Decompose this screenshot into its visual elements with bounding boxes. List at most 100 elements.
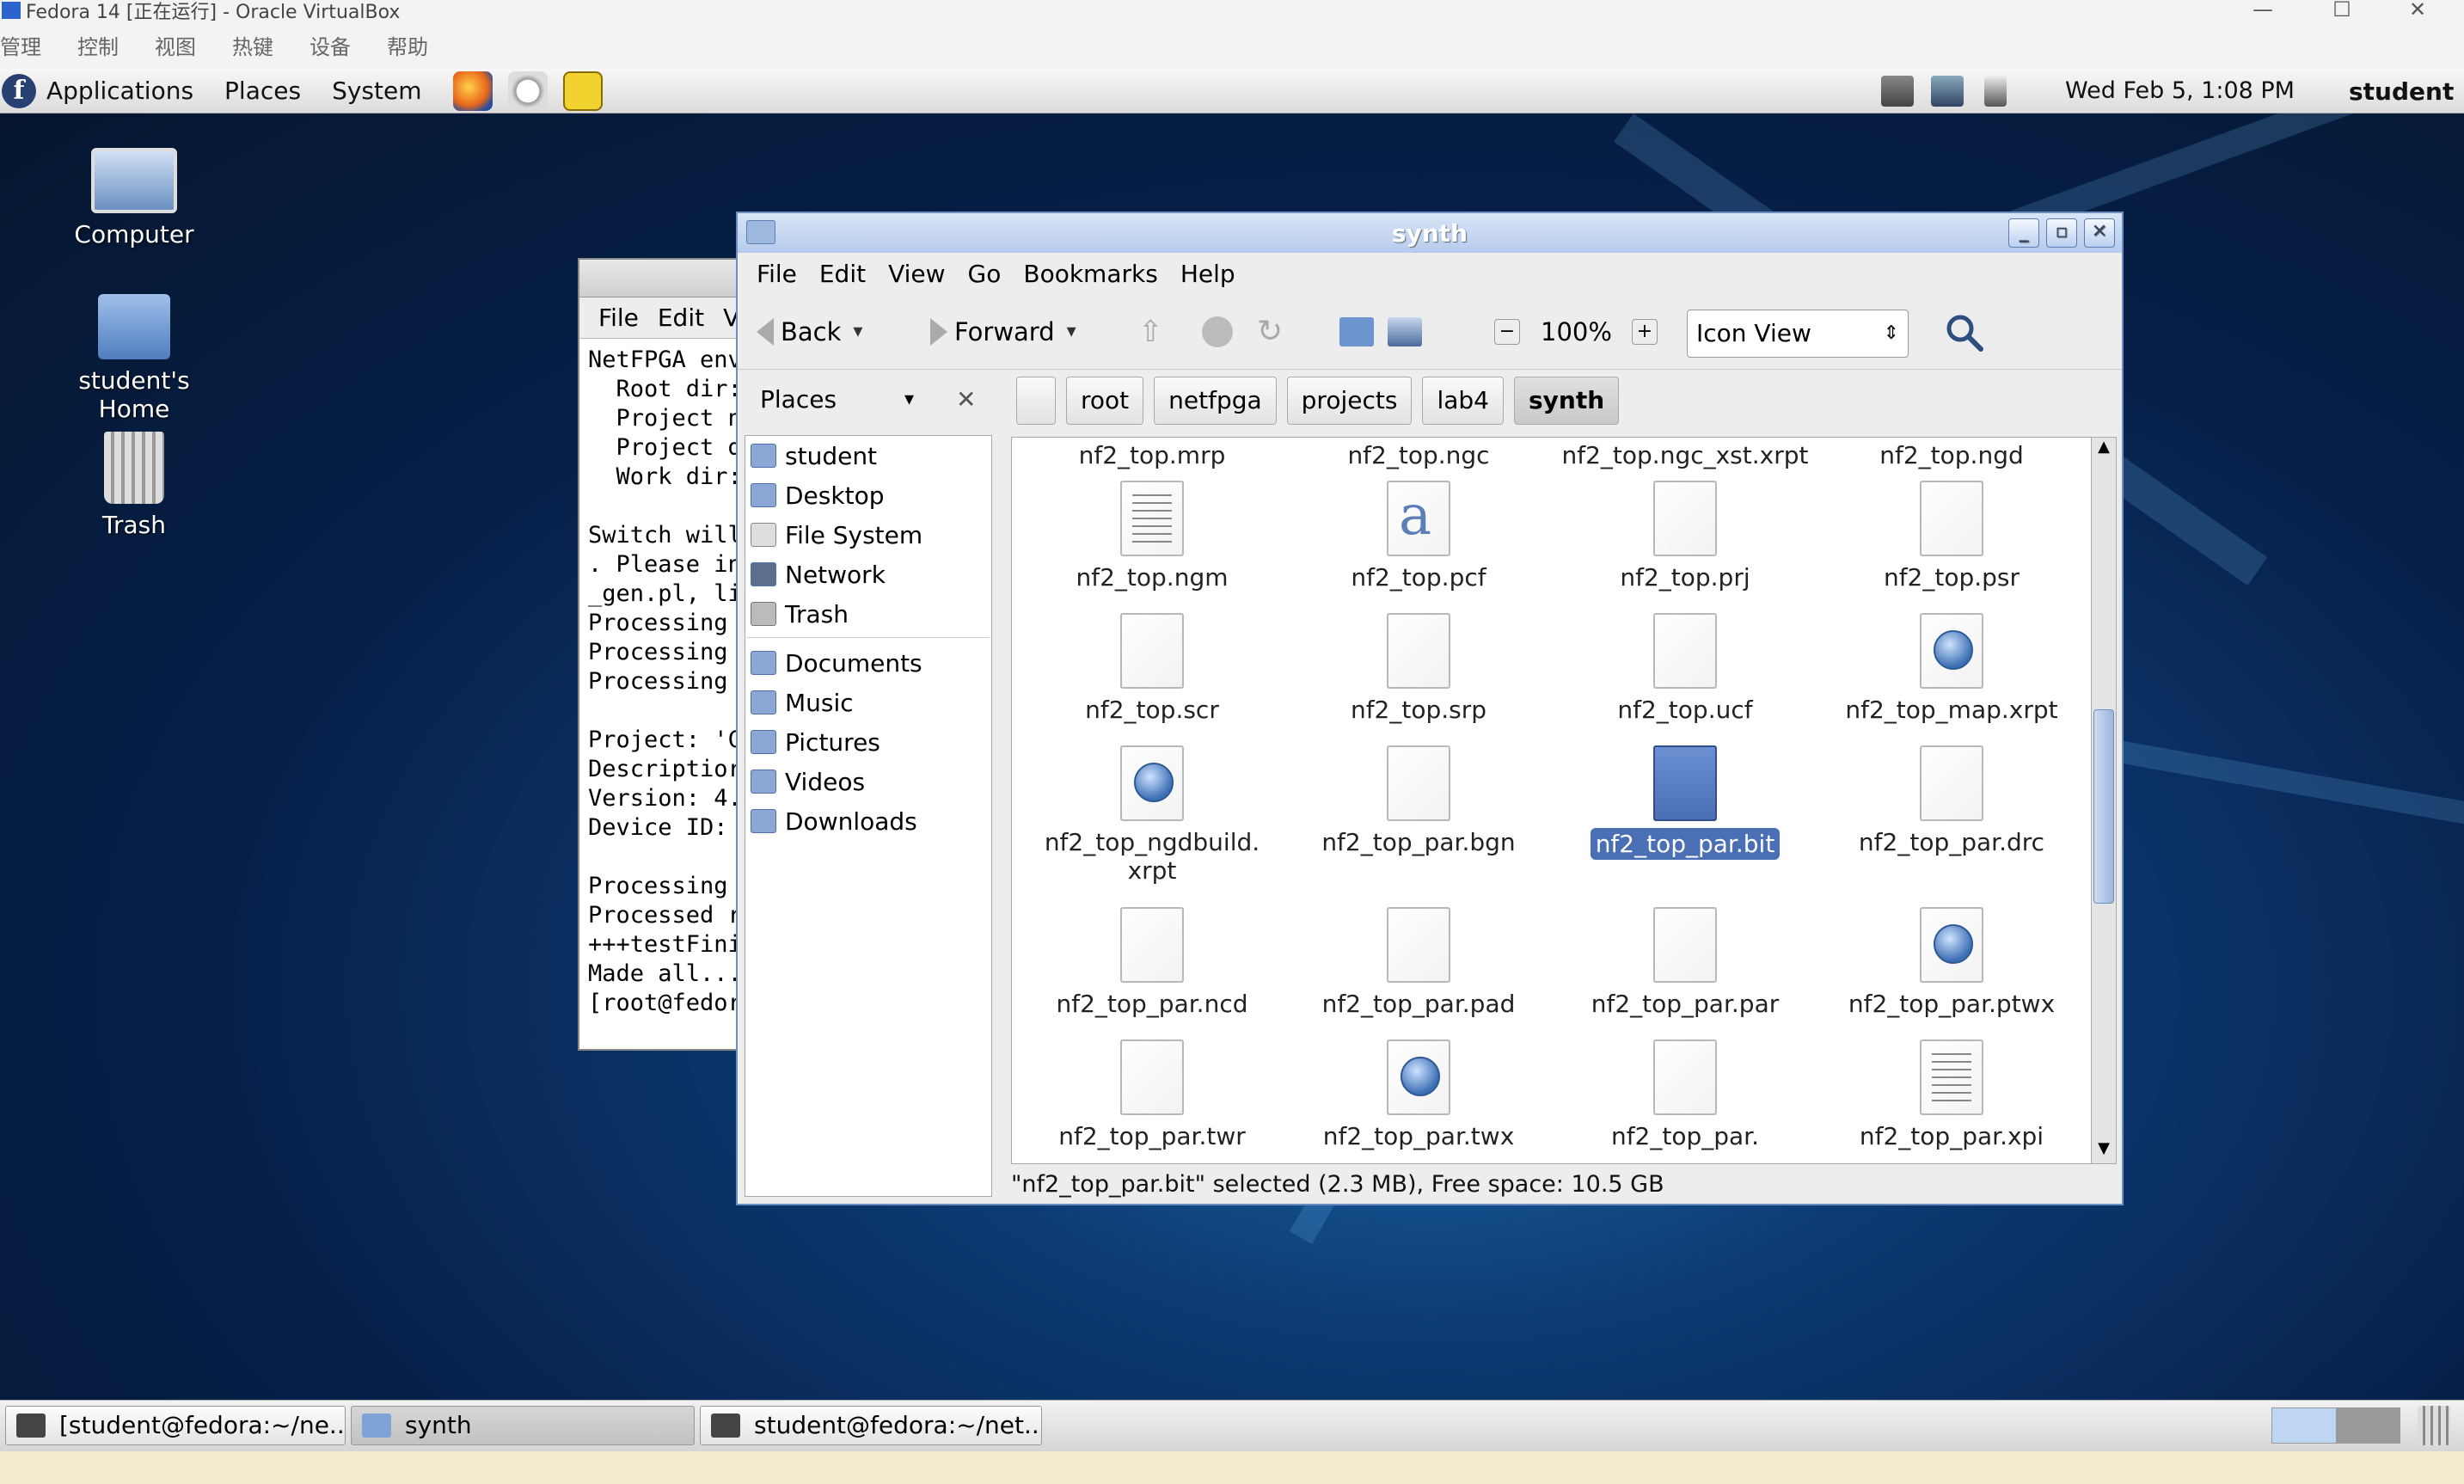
breadcrumb-projects[interactable]: projects [1286, 377, 1413, 425]
file-icon-view[interactable]: nf2_top.mrp nf2_top.ngc nf2_top.ngc_xst.xr… [1011, 437, 2098, 1164]
terminal-menu-edit[interactable]: Edit [658, 304, 704, 332]
menu-file[interactable]: File [757, 260, 797, 288]
scroll-up-icon[interactable]: ▲ [2092, 438, 2116, 462]
file-item[interactable]: nf2_top_par.ncd [1019, 907, 1285, 1018]
view-mode-select[interactable]: Icon View ⇕ [1687, 310, 1909, 358]
vbox-menu-help[interactable]: 帮助 [387, 30, 428, 60]
taskbar-synth[interactable]: synth [351, 1406, 695, 1445]
sidebar-item-music[interactable]: Music [745, 683, 991, 722]
sidebar-item-pictures[interactable]: Pictures [745, 722, 991, 762]
file-item[interactable]: nf2_top.prj [1552, 481, 1818, 592]
notes-icon[interactable] [562, 71, 603, 111]
fedora-logo-icon[interactable]: f [2, 73, 36, 108]
scroll-down-icon[interactable]: ▼ [2092, 1139, 2116, 1163]
file-item[interactable]: nf2_top_par.bgn [1285, 745, 1552, 856]
sidebar-type-select[interactable]: Places [760, 385, 837, 414]
file-item[interactable]: nf2_top_par.ptwx [1818, 907, 2085, 1018]
chevron-down-icon[interactable]: ▾ [904, 389, 914, 410]
menu-help[interactable]: Help [1180, 260, 1235, 288]
trash-desktop-icon[interactable]: Trash [48, 432, 220, 539]
menu-view[interactable]: View [888, 260, 945, 288]
vbox-menu-control[interactable]: 控制 [77, 30, 119, 60]
sidebar-item-downloads[interactable]: Downloads [745, 801, 991, 841]
path-toggle-button[interactable] [1016, 377, 1056, 425]
sidebar-item-desktop[interactable]: Desktop [745, 475, 991, 515]
vbox-menu-manage[interactable]: 管理 [0, 30, 41, 60]
places-menu[interactable]: Places [224, 77, 301, 105]
sidebar-item-videos[interactable]: Videos [745, 762, 991, 801]
home-icon[interactable] [1339, 316, 1374, 346]
firefox-icon[interactable] [452, 71, 493, 111]
file-item[interactable]: nf2_top_par.twr [1019, 1039, 1285, 1150]
file-item[interactable]: nf2_top_par.drc [1818, 745, 2085, 856]
sidebar-item-student[interactable]: student [745, 436, 991, 475]
up-icon[interactable]: ⇧ [1138, 315, 1163, 349]
network-icon[interactable] [1931, 76, 1964, 107]
applications-menu[interactable]: Applications [46, 77, 193, 105]
system-menu[interactable]: System [332, 77, 421, 105]
file-item[interactable]: nf2_top_par.xpi [1818, 1039, 2085, 1150]
user-menu[interactable]: student [2349, 77, 2454, 106]
breadcrumb-synth[interactable]: synth [1513, 377, 1620, 425]
home-desktop-icon[interactable]: student's Home [48, 294, 220, 423]
vbox-menu-view[interactable]: 视图 [155, 30, 196, 60]
search-icon[interactable] [1943, 311, 1984, 353]
forward-history-dropdown-icon[interactable]: ▾ [1067, 321, 1076, 342]
terminal-window[interactable]: File Edit V NetFPGA env Root dir: Projec… [578, 258, 750, 1051]
sidebar-item-documents[interactable]: Documents [745, 643, 991, 683]
maximize-button[interactable]: ▫ [2046, 218, 2077, 248]
reload-icon[interactable]: ↻ [1257, 314, 1283, 349]
back-button[interactable]: Back ▾ [757, 317, 862, 346]
volume-icon[interactable] [1881, 76, 1914, 107]
vertical-scrollbar[interactable]: ▲ ▼ [2091, 437, 2117, 1164]
clock[interactable]: Wed Feb 5, 1:08 PM [2065, 77, 2295, 104]
breadcrumb-lab4[interactable]: lab4 [1422, 377, 1504, 425]
breadcrumb-root[interactable]: root [1066, 377, 1144, 425]
file-item[interactable]: nf2_top.scr [1019, 613, 1285, 724]
workspace-switcher[interactable] [2271, 1407, 2400, 1444]
forward-button[interactable]: Forward ▾ [930, 317, 1076, 346]
close-button[interactable]: ✕ [2084, 218, 2115, 248]
terminal-menu-file[interactable]: File [598, 304, 639, 332]
taskbar-terminal-1[interactable]: [student@fedora:~/ne... [5, 1406, 346, 1445]
terminal-titlebar[interactable] [579, 260, 748, 297]
sidebar-item-network[interactable]: Network [745, 555, 991, 594]
file-item[interactable]: nf2_top.pcf [1285, 481, 1552, 592]
taskbar-terminal-2[interactable]: student@fedora:~/net... [700, 1406, 1042, 1445]
file-item[interactable]: nf2_top_map.xrpt [1818, 613, 2085, 724]
file-item[interactable]: nf2_top.ngd [1818, 441, 2085, 469]
back-history-dropdown-icon[interactable]: ▾ [853, 321, 862, 342]
file-item[interactable]: nf2_top.mrp [1019, 441, 1285, 469]
minimize-icon[interactable]: — [2228, 0, 2297, 21]
breadcrumb-netfpga[interactable]: netfpga [1154, 377, 1277, 425]
battery-icon[interactable] [1984, 76, 2007, 107]
file-item[interactable]: nf2_top_par.par [1552, 907, 1818, 1018]
trash-applet-icon[interactable] [2418, 1406, 2450, 1445]
computer-icon[interactable] [1388, 316, 1422, 346]
file-item[interactable]: nf2_top.psr [1818, 481, 2085, 592]
file-item[interactable]: nf2_top_par.bit [1552, 745, 1818, 860]
file-item[interactable]: nf2_top.srp [1285, 613, 1552, 724]
menu-go[interactable]: Go [968, 260, 1002, 288]
maximize-icon[interactable]: ☐ [2308, 0, 2376, 21]
vbox-menu-devices[interactable]: 设备 [310, 30, 351, 60]
file-item[interactable]: nf2_top_par.twx [1285, 1039, 1552, 1150]
sidebar-item-trash[interactable]: Trash [745, 594, 991, 634]
file-manager-titlebar[interactable]: synth _ ▫ ✕ [738, 213, 2122, 253]
file-item[interactable]: nf2_top.ngm [1019, 481, 1285, 592]
file-item[interactable]: nf2_top.ngc [1285, 441, 1552, 469]
menu-bookmarks[interactable]: Bookmarks [1023, 260, 1157, 288]
minimize-button[interactable]: _ [2008, 218, 2039, 248]
close-icon[interactable]: ✕ [2383, 0, 2452, 21]
terminal-output[interactable]: NetFPGA env Root dir: Project n Project … [579, 339, 748, 1025]
mail-icon[interactable] [507, 71, 548, 111]
menu-edit[interactable]: Edit [819, 260, 866, 288]
zoom-out-icon[interactable]: − [1494, 318, 1520, 345]
file-item[interactable]: nf2_top_par. [1552, 1039, 1818, 1150]
file-item[interactable]: nf2_top_par.pad [1285, 907, 1552, 1018]
stop-icon[interactable] [1202, 316, 1233, 347]
sidebar-item-file-system[interactable]: File System [745, 515, 991, 555]
scroll-thumb[interactable] [2093, 709, 2114, 904]
close-sidebar-icon[interactable]: ✕ [956, 385, 976, 414]
vbox-menu-hotkeys[interactable]: 热键 [232, 30, 273, 60]
